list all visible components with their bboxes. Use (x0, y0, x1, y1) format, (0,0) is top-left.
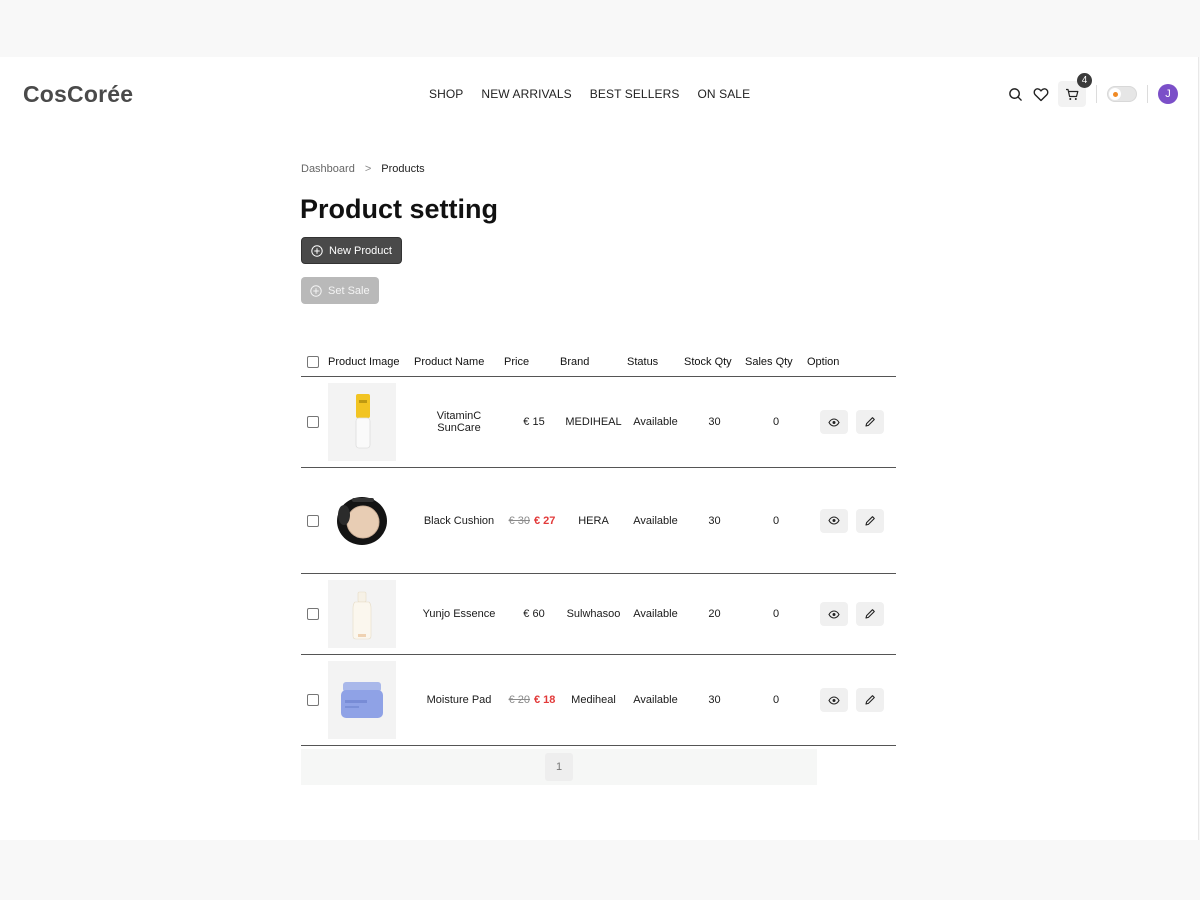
set-sale-button[interactable]: Set Sale (301, 277, 379, 304)
header-divider (1096, 85, 1097, 103)
stock-qty: 30 (684, 654, 745, 746)
pencil-icon (864, 609, 875, 619)
col-brand: Brand (560, 347, 627, 377)
product-image[interactable] (328, 661, 396, 739)
page-title: Product setting (300, 194, 499, 224)
row-checkbox[interactable] (307, 608, 319, 620)
cart-count-badge: 4 (1077, 73, 1092, 88)
price: € 60 (523, 608, 545, 620)
table-row: VitaminC SunCare € 15 MEDIHEAL Available… (301, 376, 896, 468)
sales-qty: 0 (745, 467, 807, 574)
row-checkbox[interactable] (307, 416, 319, 428)
select-all-checkbox[interactable] (307, 355, 319, 368)
heart-icon[interactable] (1032, 85, 1050, 103)
stock-qty: 30 (684, 376, 745, 468)
breadcrumb-products: Products (381, 163, 425, 175)
site-logo[interactable]: CosCorée (23, 81, 133, 108)
col-sales-qty: Sales Qty (745, 347, 807, 377)
plus-circle-icon (311, 244, 323, 257)
nav-on-sale[interactable]: ON SALE (697, 87, 750, 101)
col-status: Status (627, 347, 684, 377)
new-product-button[interactable]: New Product (301, 237, 402, 264)
pencil-icon (864, 695, 875, 705)
table-row: Black Cushion € 30 € 27 HERA Available 30… (301, 467, 896, 574)
eye-icon (827, 417, 840, 427)
pencil-icon (864, 417, 875, 427)
table-header-row: Product Image Product Name Price Brand S… (301, 347, 896, 377)
sales-qty: 0 (745, 376, 807, 468)
search-icon[interactable] (1006, 85, 1024, 103)
eye-icon (827, 516, 840, 525)
plus-circle-icon (310, 284, 322, 297)
eye-icon (827, 609, 840, 619)
page-container: CosCorée SHOP NEW ARRIVALS BEST SELLERS … (0, 57, 1199, 840)
product-name: Moisture Pad (414, 654, 504, 746)
stock-qty: 20 (684, 573, 745, 655)
view-button[interactable] (819, 508, 848, 533)
col-price: Price (504, 347, 560, 377)
edit-button[interactable] (855, 688, 884, 712)
status: Available (627, 376, 684, 468)
status: Available (627, 467, 684, 574)
page-button-1[interactable]: 1 (545, 753, 573, 781)
col-product-image: Product Image (328, 347, 414, 377)
product-name: Yunjo Essence (414, 573, 504, 655)
chevron-right-icon: > (364, 163, 372, 175)
stock-qty: 30 (684, 467, 745, 574)
set-sale-label: Set Sale (328, 284, 370, 297)
edit-button[interactable] (855, 410, 884, 434)
new-product-label: New Product (329, 244, 392, 257)
row-checkbox[interactable] (307, 514, 319, 527)
brand: Sulwhasoo (560, 573, 627, 655)
brand: HERA (560, 467, 627, 574)
brand: MEDIHEAL (560, 376, 627, 468)
view-button[interactable] (819, 602, 848, 626)
view-button[interactable] (819, 688, 848, 712)
col-product-name: Product Name (414, 347, 504, 377)
sale-price: € 18 (534, 694, 556, 706)
cart-icon (1066, 88, 1079, 100)
old-price: € 20 (508, 694, 530, 706)
table-row: Yunjo Essence € 60 Sulwhasoo Available 2… (301, 573, 896, 655)
sales-qty: 0 (745, 573, 807, 655)
nav-new-arrivals[interactable]: NEW ARRIVALS (481, 87, 571, 101)
main-nav: SHOP NEW ARRIVALS BEST SELLERS ON SALE (429, 87, 750, 101)
nav-best-sellers[interactable]: BEST SELLERS (590, 87, 680, 101)
product-image[interactable] (328, 490, 396, 551)
user-avatar[interactable]: J (1158, 84, 1178, 104)
table-row: Moisture Pad € 20 € 18 Mediheal Available… (301, 654, 896, 746)
theme-toggle[interactable] (1107, 86, 1137, 102)
cart-button[interactable]: 4 (1058, 73, 1092, 107)
products-table: Product Image Product Name Price Brand S… (301, 347, 896, 746)
row-checkbox[interactable] (307, 694, 319, 706)
header-actions: 4 J (1006, 73, 1178, 107)
status: Available (627, 654, 684, 746)
header-divider (1147, 85, 1148, 103)
price: € 15 (523, 416, 545, 428)
sale-price: € 27 (534, 514, 556, 527)
eye-icon (827, 695, 840, 705)
pencil-icon (864, 515, 875, 526)
sales-qty: 0 (745, 654, 807, 746)
product-image[interactable] (328, 383, 396, 461)
old-price: € 30 (508, 514, 530, 527)
product-name: Black Cushion (414, 467, 504, 574)
edit-button[interactable] (855, 508, 884, 533)
breadcrumb-dashboard[interactable]: Dashboard (301, 163, 355, 175)
sun-icon (1109, 88, 1121, 100)
brand: Mediheal (560, 654, 627, 746)
status: Available (627, 573, 684, 655)
col-stock-qty: Stock Qty (684, 347, 745, 377)
product-image[interactable] (328, 580, 396, 648)
product-name: VitaminC SunCare (414, 376, 504, 468)
col-option: Option (807, 347, 896, 377)
breadcrumb: Dashboard > Products (301, 163, 425, 175)
nav-shop[interactable]: SHOP (429, 87, 463, 101)
edit-button[interactable] (855, 602, 884, 626)
pagination: 1 (301, 749, 817, 785)
view-button[interactable] (819, 410, 848, 434)
